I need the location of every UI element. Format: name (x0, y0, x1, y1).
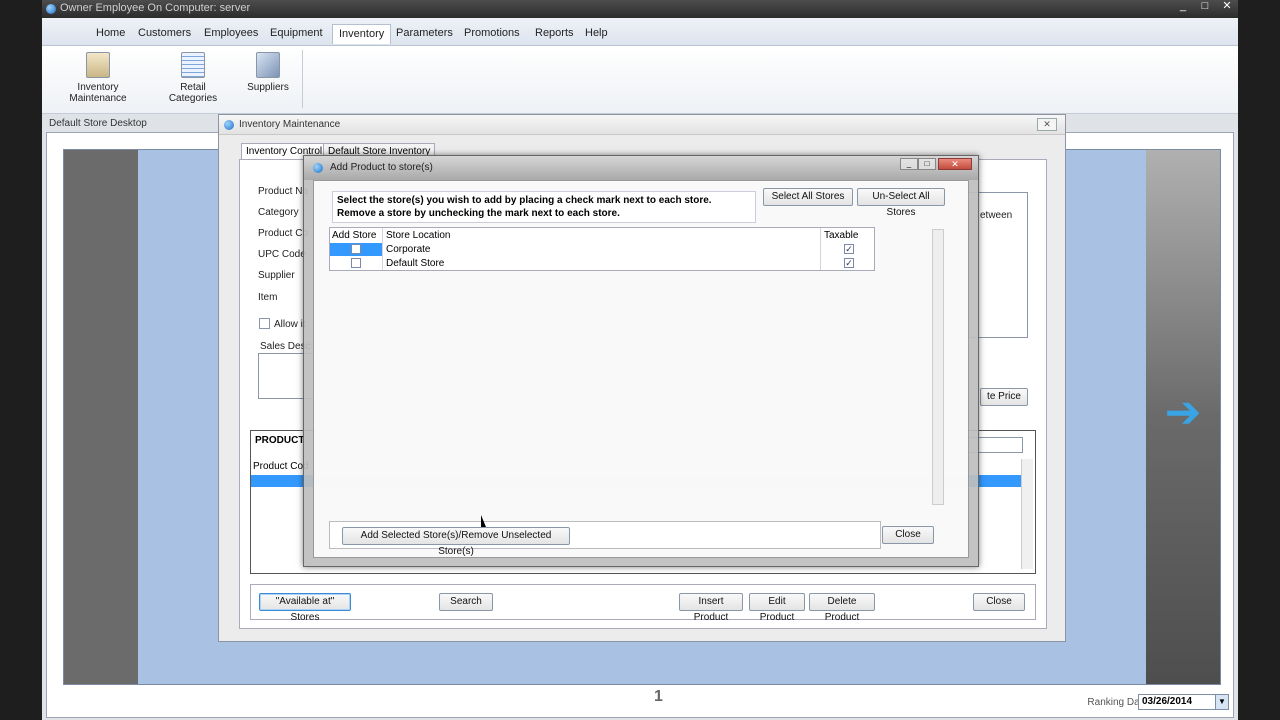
delete-product-button[interactable]: Delete Product (809, 593, 875, 623)
allow-checkbox[interactable] (259, 318, 270, 329)
unselect-all-stores-button[interactable]: Un-Select All Stores (857, 188, 945, 218)
edit-product-button[interactable]: Edit Product (749, 593, 805, 623)
menu-employees[interactable]: Employees (198, 24, 264, 44)
inventory-maintenance-icon (86, 52, 110, 78)
table-row[interactable]: Default Store ✓ (330, 257, 874, 270)
taxable-checkbox[interactable]: ✓ (844, 244, 854, 254)
page-number: 1 (654, 688, 663, 705)
suppliers-button[interactable]: Suppliers (242, 52, 294, 93)
menu-home[interactable]: Home (90, 24, 131, 44)
inventory-close-button[interactable]: Close (973, 593, 1025, 611)
store-grid-scrollbar[interactable] (932, 229, 944, 505)
upc-code-label: UPC Code (258, 249, 306, 260)
ribbon: Inventory Maintenance Retail Categories … (42, 46, 1238, 114)
suppliers-label: Suppliers (247, 82, 289, 93)
add-product-to-stores-dialog: Add Product to store(s) _ □ ✕ Select the… (303, 155, 979, 567)
add-product-action-bar: Add Selected Store(s)/Remove Unselected … (329, 521, 881, 557)
menu-promotions[interactable]: Promotions (458, 24, 526, 44)
menu-bar: Home Customers Employees Equipment Inven… (42, 18, 1238, 46)
minimize-button[interactable]: _ (1172, 0, 1194, 14)
add-product-panel: Select the store(s) you wish to add by p… (313, 180, 969, 558)
modal-minimize-button[interactable]: _ (900, 158, 918, 170)
add-product-dialog-icon (313, 163, 323, 173)
add-product-title: Add Product to store(s) (330, 162, 433, 173)
inventory-dialog-title: Inventory Maintenance (239, 119, 341, 130)
add-store-checkbox[interactable] (351, 258, 361, 268)
maximize-button[interactable]: □ (1194, 0, 1216, 14)
modal-close-icon[interactable]: ✕ (938, 158, 972, 170)
supplier-label: Supplier (258, 270, 295, 281)
product-name-label: Product Na (258, 186, 309, 197)
product-code-column: Product Cod (253, 461, 309, 472)
ribbon-separator (302, 50, 303, 108)
instructions-text: Select the store(s) you wish to add by p… (332, 191, 756, 223)
modal-maximize-button[interactable]: □ (918, 158, 936, 170)
available-at-stores-button[interactable]: "Available at" Stores (259, 593, 351, 623)
search-button[interactable]: Search (439, 593, 493, 611)
inventory-dialog-close-icon[interactable]: ✕ (1037, 118, 1057, 131)
add-store-column: Add Store (332, 230, 377, 241)
retail-categories-button[interactable]: Retail Categories (156, 52, 230, 104)
store-location: Corporate (386, 244, 431, 255)
store-location: Default Store (386, 258, 445, 269)
product-grid-scrollbar[interactable] (1021, 459, 1033, 569)
taxable-checkbox[interactable]: ✓ (844, 258, 854, 268)
suppliers-icon (256, 52, 280, 78)
ranking-date-field[interactable]: 03/26/2014 ▼ (1138, 694, 1229, 710)
next-arrow-icon[interactable]: ➔ (1160, 390, 1206, 436)
insert-product-button[interactable]: Insert Product (679, 593, 743, 623)
add-store-checkbox[interactable] (351, 244, 361, 254)
add-product-close-button[interactable]: Close (882, 526, 934, 544)
instructions-line-1: Select the store(s) you wish to add by p… (337, 195, 712, 206)
menu-inventory[interactable]: Inventory (332, 24, 392, 44)
app-icon (46, 4, 56, 14)
close-window-button[interactable]: ✕ (1216, 0, 1238, 14)
category-label: Category (258, 207, 299, 218)
select-all-stores-button[interactable]: Select All Stores (763, 188, 853, 206)
chevron-down-icon[interactable]: ▼ (1215, 694, 1229, 710)
menu-parameters[interactable]: Parameters (390, 24, 459, 44)
mouse-cursor-icon (481, 515, 486, 527)
taxable-column: Taxable (824, 230, 859, 241)
inventory-dialog-icon (224, 120, 234, 130)
item-label: Item (258, 292, 278, 303)
right-panel: ➔ (1146, 150, 1220, 684)
ranking-date-value: 03/26/2014 (1142, 696, 1193, 707)
retail-categories-icon (181, 52, 205, 78)
retail-categories-label: Retail Categories (168, 82, 218, 104)
window-title: Owner Employee On Computer: server (60, 2, 251, 14)
product-code-label: Product Co (258, 228, 309, 239)
screen: Owner Employee On Computer: server _ □ ✕… (0, 0, 1280, 720)
desktop-label: Default Store Desktop (49, 118, 147, 129)
update-price-button[interactable]: te Price (980, 388, 1028, 406)
allow-label: Allow it (274, 319, 306, 330)
add-selected-stores-button[interactable]: Add Selected Store(s)/Remove Unselected … (342, 527, 570, 557)
inventory-action-bar: "Available at" Stores Search Insert Prod… (250, 584, 1036, 623)
inventory-maintenance-label: Inventory Maintenance (69, 82, 127, 104)
product-grid-header: PRODUCT (255, 435, 305, 446)
instructions-line-2: Remove a store by unchecking the mark ne… (337, 208, 620, 219)
between-text: etween (980, 210, 1013, 221)
menu-equipment[interactable]: Equipment (264, 24, 329, 44)
left-panel (64, 150, 138, 684)
add-product-titlebar: Add Product to store(s) _ □ ✕ (304, 156, 978, 180)
table-row[interactable]: Corporate ✓ (330, 243, 874, 256)
store-grid: Add Store Store Location Taxable Corpora… (329, 227, 875, 271)
menu-help[interactable]: Help (579, 24, 614, 44)
store-location-column: Store Location (386, 230, 451, 241)
title-bar: Owner Employee On Computer: server _ □ ✕ (42, 0, 1238, 18)
menu-reports[interactable]: Reports (529, 24, 580, 44)
inventory-dialog-titlebar: Inventory Maintenance ✕ (219, 115, 1065, 135)
menu-customers[interactable]: Customers (132, 24, 197, 44)
inventory-maintenance-button[interactable]: Inventory Maintenance (50, 52, 146, 104)
